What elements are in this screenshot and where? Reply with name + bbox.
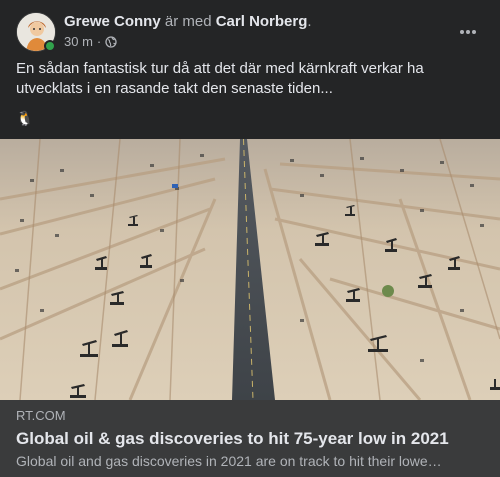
author-name[interactable]: Grewe Conny bbox=[64, 13, 161, 30]
more-horizontal-icon bbox=[460, 30, 476, 34]
link-preview-card[interactable]: RT.COM Global oil & gas discoveries to h… bbox=[0, 400, 500, 477]
feed-post: Grewe Conny är med Carl Norberg. 30 m · … bbox=[0, 0, 500, 477]
more-options-button[interactable] bbox=[452, 16, 484, 48]
post-time[interactable]: 30 m bbox=[64, 33, 93, 51]
link-domain: RT.COM bbox=[16, 408, 66, 423]
post-header: Grewe Conny är med Carl Norberg. 30 m · bbox=[16, 12, 484, 52]
online-status-indicator bbox=[44, 40, 56, 52]
link-title[interactable]: Global oil & gas discoveries to hit 75-y… bbox=[16, 428, 449, 450]
post-author-line: Grewe Conny är med Carl Norberg. bbox=[64, 12, 312, 32]
link-preview-image[interactable] bbox=[0, 139, 500, 400]
post-text: En sådan fantastisk tur då att det där m… bbox=[16, 60, 424, 97]
post-meta: 30 m · bbox=[64, 33, 117, 51]
tagged-person[interactable]: Carl Norberg bbox=[216, 13, 308, 30]
penguin-emoji: 🐧 bbox=[16, 110, 34, 126]
tagged-suffix: . bbox=[307, 13, 312, 30]
oilfield-photo bbox=[0, 139, 500, 400]
with-text: är med bbox=[164, 13, 212, 30]
link-description: Global oil and gas discoveries in 2021 a… bbox=[16, 453, 442, 469]
globe-icon[interactable] bbox=[105, 36, 117, 48]
meta-separator: · bbox=[96, 34, 102, 49]
